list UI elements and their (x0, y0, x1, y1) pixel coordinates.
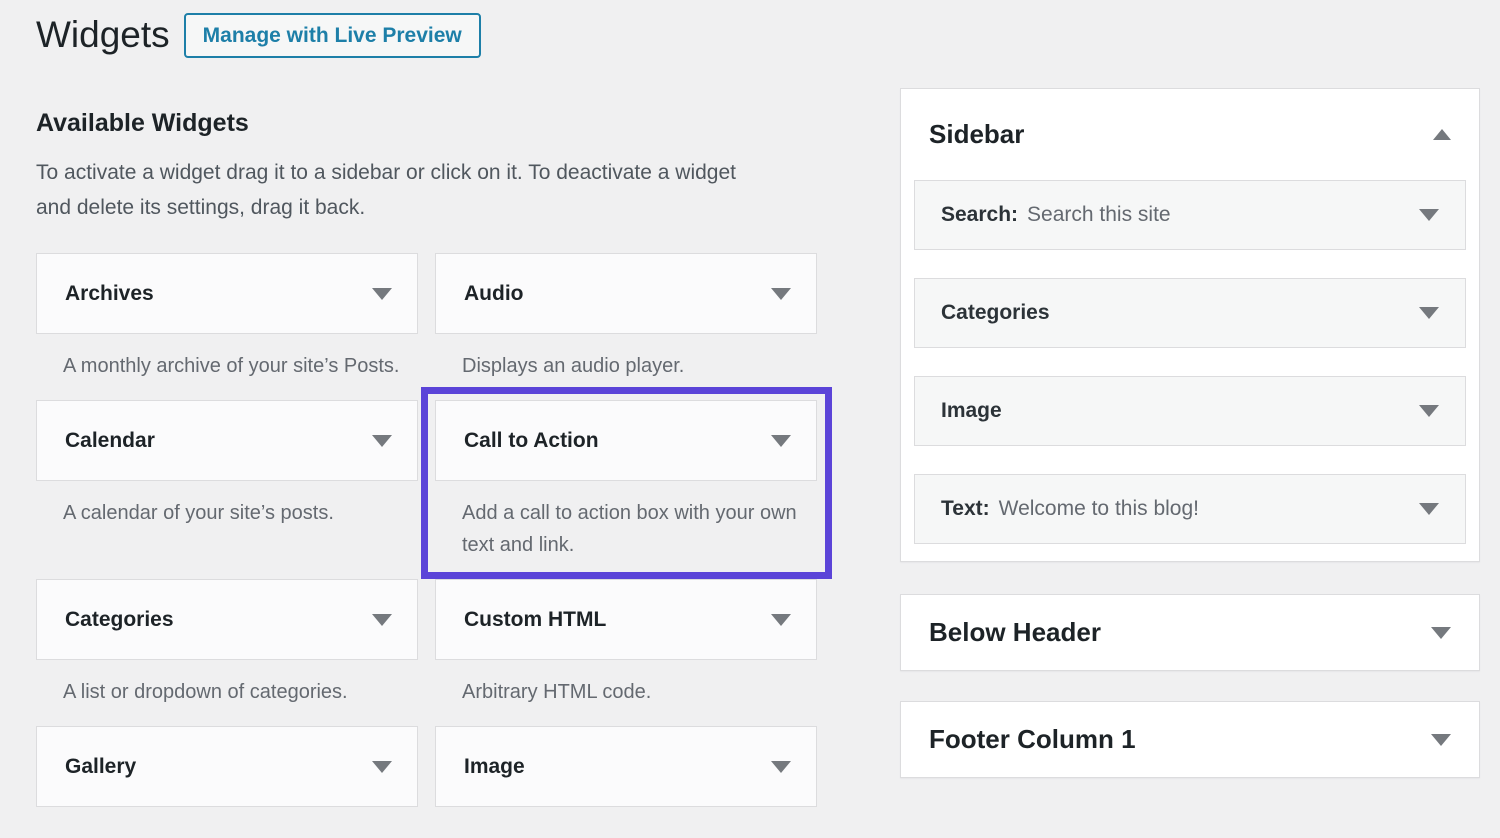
sidebar-panel-header[interactable]: Sidebar (914, 89, 1466, 180)
page-header: Widgets Manage with Live Preview (36, 12, 481, 58)
widget-description: Arbitrary HTML code. (435, 676, 817, 708)
widget-cell-categories: Categories A list or dropdown of categor… (36, 579, 418, 726)
manage-live-preview-button[interactable]: Manage with Live Preview (184, 13, 481, 58)
chevron-down-icon[interactable] (771, 761, 791, 773)
widget-description: A monthly archive of your site’s Posts. (36, 350, 418, 382)
sidebar-widget-text: Search: Search this site (941, 203, 1171, 227)
widget-card-categories[interactable]: Categories (36, 579, 418, 660)
widget-card-archives[interactable]: Archives (36, 253, 418, 334)
widget-description: Displays an audio player. (435, 350, 817, 382)
available-widgets-section: Available Widgets To activate a widget d… (36, 108, 836, 807)
widget-description: Add a call to action box with your own t… (435, 497, 817, 561)
sidebar-widget-search[interactable]: Search: Search this site (914, 180, 1466, 250)
sidebar-widget-text: Categories (941, 301, 1050, 325)
widget-card-title: Image (464, 755, 525, 779)
widget-card-title: Gallery (65, 755, 136, 779)
widget-card-title: Call to Action (464, 429, 599, 453)
sidebar-widget-label: Text: (941, 497, 990, 520)
widget-card-image[interactable]: Image (435, 726, 817, 807)
footer-column-1-panel-title: Footer Column 1 (929, 724, 1136, 755)
chevron-down-icon[interactable] (372, 614, 392, 626)
available-widgets-description: To activate a widget drag it to a sideba… (36, 155, 754, 225)
widget-card-custom-html[interactable]: Custom HTML (435, 579, 817, 660)
sidebar-widget-detail: Welcome to this blog! (999, 497, 1199, 520)
chevron-down-icon[interactable] (1431, 734, 1451, 746)
sidebar-widget-label: Search: (941, 203, 1018, 226)
widget-card-gallery[interactable]: Gallery (36, 726, 418, 807)
page-title: Widgets (36, 12, 170, 58)
widget-card-title: Archives (65, 282, 154, 306)
chevron-down-icon[interactable] (1419, 503, 1439, 515)
widget-cell-calendar: Calendar A calendar of your site’s posts… (36, 400, 418, 579)
widget-cell-call-to-action: Call to Action Add a call to action box … (435, 400, 817, 579)
widget-card-calendar[interactable]: Calendar (36, 400, 418, 481)
chevron-down-icon[interactable] (1419, 307, 1439, 319)
widgets-admin-page: Widgets Manage with Live Preview Availab… (0, 0, 1500, 838)
sidebars-column: Sidebar Search: Search this site Categori… (900, 88, 1480, 808)
widget-cell-audio: Audio Displays an audio player. (435, 253, 817, 400)
widget-card-title: Calendar (65, 429, 155, 453)
sidebar-widget-label: Image (941, 399, 1002, 422)
available-widgets-grid: Archives A monthly archive of your site’… (36, 253, 818, 807)
sidebar-widget-image[interactable]: Image (914, 376, 1466, 446)
sidebar-panel-title: Sidebar (929, 119, 1024, 150)
chevron-down-icon[interactable] (372, 288, 392, 300)
widget-card-title: Custom HTML (464, 608, 606, 632)
footer-column-1-panel[interactable]: Footer Column 1 (900, 701, 1480, 778)
below-header-panel-title: Below Header (929, 617, 1101, 648)
chevron-down-icon[interactable] (1419, 405, 1439, 417)
sidebar-panel: Sidebar Search: Search this site Categori… (900, 88, 1480, 562)
sidebar-widget-text[interactable]: Text: Welcome to this blog! (914, 474, 1466, 544)
sidebar-widget-text: Text: Welcome to this blog! (941, 497, 1199, 521)
sidebar-widget-detail: Search this site (1027, 203, 1171, 226)
chevron-down-icon[interactable] (372, 435, 392, 447)
widget-card-call-to-action[interactable]: Call to Action (435, 400, 817, 481)
widget-description: A list or dropdown of categories. (36, 676, 418, 708)
widget-cell-gallery: Gallery (36, 726, 418, 807)
sidebar-widget-categories[interactable]: Categories (914, 278, 1466, 348)
chevron-up-icon[interactable] (1433, 129, 1451, 140)
below-header-panel[interactable]: Below Header (900, 594, 1480, 671)
chevron-down-icon[interactable] (1431, 627, 1451, 639)
available-widgets-heading: Available Widgets (36, 108, 836, 139)
chevron-down-icon[interactable] (771, 614, 791, 626)
widget-card-audio[interactable]: Audio (435, 253, 817, 334)
widget-card-title: Audio (464, 282, 523, 306)
widget-cell-archives: Archives A monthly archive of your site’… (36, 253, 418, 400)
chevron-down-icon[interactable] (771, 435, 791, 447)
widget-card-title: Categories (65, 608, 174, 632)
widget-cell-image: Image (435, 726, 817, 807)
chevron-down-icon[interactable] (1419, 209, 1439, 221)
chevron-down-icon[interactable] (372, 761, 392, 773)
widget-cell-custom-html: Custom HTML Arbitrary HTML code. (435, 579, 817, 726)
sidebar-widget-label: Categories (941, 301, 1050, 324)
chevron-down-icon[interactable] (771, 288, 791, 300)
sidebar-widget-text: Image (941, 399, 1002, 423)
widget-description: A calendar of your site’s posts. (36, 497, 418, 529)
